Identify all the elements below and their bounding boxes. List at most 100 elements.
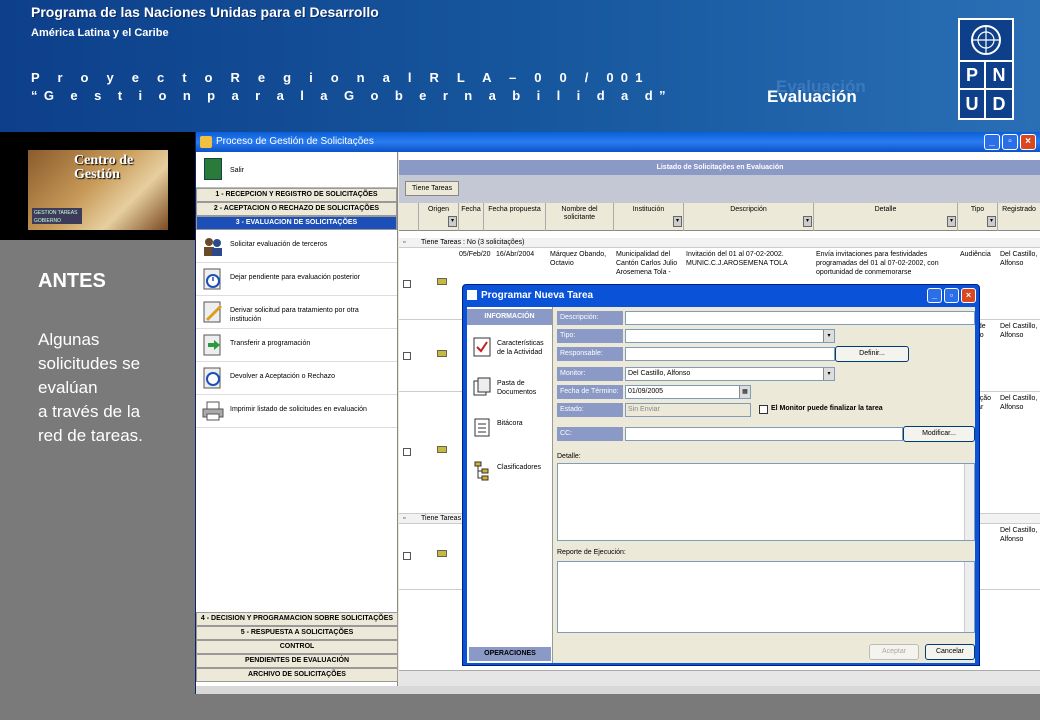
exit-button[interactable]: Salir [196,152,397,188]
project-code: P r o y e c t o R e g i o n a l R L A – … [31,70,650,85]
description-text: Algunas solicitudes se evalúan a través … [38,328,193,448]
section-reception[interactable]: 1 - RECEPCION Y REGISTRO DE SOLICITAÇÕES [196,188,397,202]
close-icon[interactable]: × [1020,134,1036,150]
action-request-evaluation[interactable]: Solicitar evaluación de terceros [196,230,397,263]
maximize-icon[interactable]: ▫ [1002,134,1018,150]
action-label: Solicitar evaluación de terceros [230,241,328,248]
action-label: Devolver a Aceptación o Rechazo [230,373,336,380]
section-control[interactable]: CONTROL [196,640,398,654]
chevron-down-icon: ▾ [823,330,834,342]
col-origen[interactable]: Origen ▾ [419,203,459,231]
checkbox-label: El Monitor puede finalizar la tarea [771,405,883,412]
logo-letter: U [960,90,986,118]
action-return-acceptance[interactable]: Devolver a Aceptación o Rechazo [196,362,397,395]
left-column: Centro de Gestión GESTION TAREAS GOBIERN… [0,132,195,720]
nav-documents-folder[interactable]: Pasta de Documentos [467,369,553,409]
action-label: Transferir a programación [230,340,311,347]
header-banner: Programa de las Naciones Unidas para el … [0,0,1040,132]
col-institucion[interactable]: Institución ▾ [614,203,684,231]
action-derive-request[interactable]: Derivar solicitud para tratamiento por o… [196,296,397,329]
responsable-input[interactable] [625,347,835,361]
group-chip[interactable]: Tiene Tareas [405,181,460,196]
filter-dropdown-icon: ▾ [947,216,956,227]
task-form: Descripción: Tipo: ▾ Responsable: Defini… [553,307,975,663]
row-checkbox[interactable] [403,552,411,560]
row-checkbox[interactable] [403,280,411,288]
dialog-body: INFORMACIÓN Características de la Activi… [467,307,975,663]
filter-dropdown-icon: ▾ [987,216,996,227]
label-tipo: Tipo: [557,329,623,343]
envelope-icon [437,278,447,285]
list-title: Listado de Solicitações en Evaluación [399,160,1040,175]
row-checkbox[interactable] [403,352,411,360]
row-checkbox[interactable] [403,448,411,456]
col-fecha[interactable]: Fecha [459,203,484,231]
app-icon [200,136,212,148]
nav-activity-characteristics[interactable]: Características de la Actividad [467,329,553,369]
action-label: Derivar solicitud para tratamiento por o… [230,307,359,323]
section-response[interactable]: 5 - RESPUESTA A SOLICITAÇÕES [196,626,398,640]
cancel-button[interactable]: Cancelar [925,644,975,660]
col-expand [399,203,419,231]
tree-icon [474,461,489,481]
exit-door-icon [204,158,222,180]
modify-button[interactable]: Modificar... [903,426,975,442]
documents-icon [473,377,491,396]
label-estado: Estado: [557,403,623,417]
detalle-textarea[interactable] [557,463,975,541]
horizontal-scrollbar[interactable] [399,670,1040,686]
reporte-textarea[interactable] [557,561,975,633]
tipo-select[interactable]: ▾ [625,329,835,343]
col-tipo[interactable]: Tipo ▾ [958,203,998,231]
group-row-no-tasks[interactable]: ▫ Tiene Tareas : No (3 solicitações) [399,238,1040,248]
accept-button[interactable]: Aceptar [869,644,919,660]
cc-input[interactable] [625,427,903,441]
descripcion-input[interactable] [625,311,975,325]
nav-classifiers[interactable]: Clasificadores [467,453,553,493]
program-title: Programa de las Naciones Unidas para el … [31,4,379,20]
status-bar [196,686,1040,694]
un-emblem-icon [960,20,1012,62]
monitor-select[interactable]: Del Castillo, Alfonso ▾ [625,367,835,381]
label-fecha: Fecha de Término: [557,385,623,399]
col-detalle[interactable]: Detalle ▾ [814,203,958,231]
column-header-row: Origen ▾ Fecha Fecha propuesta Nombre del… [399,203,1040,231]
col-nombre[interactable]: Nombre del solicitante [546,203,614,231]
bottom-sections: 4 - DECISION Y PROGRAMACION SOBRE SOLICI… [196,612,398,682]
fecha-input[interactable]: 01/09/2005 ▦ [625,385,751,399]
dialog-icon [467,290,477,300]
maximize-icon[interactable]: ▫ [944,288,959,303]
envelope-icon [437,550,447,557]
col-registrado[interactable]: Registrado [998,203,1040,231]
window-titlebar[interactable]: Proceso de Gestión de Solicitações _ ▫ × [196,132,1040,152]
action-print-list[interactable]: Imprimir listado de solicitudes en evalu… [196,395,397,428]
section-title: Evaluación [767,87,857,106]
section-archive[interactable]: ARCHIVO DE SOLICITAÇÕES [196,668,398,682]
slide: Programa de las Naciones Unidas para el … [0,0,1040,720]
action-leave-pending[interactable]: Dejar pendiente para evaluación posterio… [196,263,397,296]
dialog-titlebar[interactable]: Programar Nueva Tarea _ ▫ × [463,285,979,307]
arrow-document-icon [203,334,221,356]
process-panel: Salir 1 - RECEPCION Y REGISTRO DE SOLICI… [196,152,398,686]
minimize-icon[interactable]: _ [927,288,942,303]
col-fecha-propuesta[interactable]: Fecha propuesta [484,203,546,231]
nav-operations[interactable]: OPERACIONES [469,647,551,661]
undp-logo: P N U D [958,18,1014,120]
desc-line: solicitudes se [38,354,141,373]
group-by-bar: Tiene Tareas [399,175,1040,203]
photo-logo: GESTION TAREAS GOBIERNO [32,208,82,224]
nav-header: INFORMACIÓN [467,309,552,325]
minimize-icon[interactable]: _ [984,134,1000,150]
logo-letter: D [992,93,1006,114]
monitor-can-finish-checkbox[interactable] [759,405,768,414]
section-acceptance[interactable]: 2 - ACEPTACION O RECHAZO DE SOLICITAÇÕES [196,202,397,216]
section-evaluation[interactable]: 3 - EVALUACION DE SOLICITAÇÕES [196,216,397,230]
close-icon[interactable]: × [961,288,976,303]
define-button[interactable]: Definir... [835,346,909,362]
section-pending[interactable]: PENDIENTES DE EVALUACIÓN [196,654,398,668]
nav-logbook[interactable]: Bitácora [467,409,553,449]
action-transfer-programming[interactable]: Transferir a programación [196,329,397,362]
label-responsable: Responsable: [557,347,623,361]
col-descripcion[interactable]: Descripción ▾ [684,203,814,231]
section-decision[interactable]: 4 - DECISION Y PROGRAMACION SOBRE SOLICI… [196,612,398,626]
